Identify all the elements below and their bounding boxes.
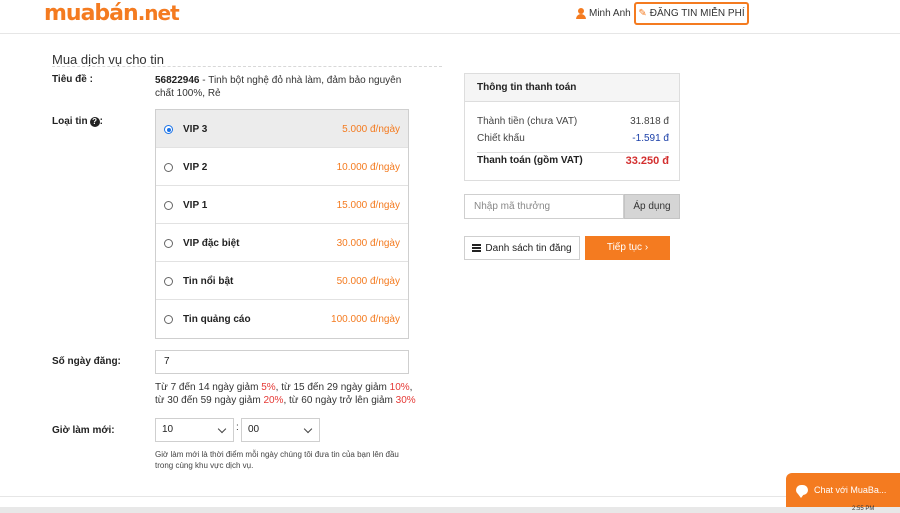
radio-button[interactable] [164,163,173,172]
total-row: Thanh toán (gồm VAT) 33.250 đ [477,155,669,167]
listing-type-label-text: Loại tin [52,116,88,127]
post-button-label: ĐĂNG TIN MIỄN PHÍ [649,8,745,19]
page-title: Mua dịch vụ cho tin [52,52,165,67]
discount-row: Chiết khấu -1.591 đ [477,133,669,144]
listing-type-option[interactable]: VIP 3 5.000 đ/ngày [156,110,408,148]
refresh-time-label: Giờ làm mới: [52,425,115,436]
payment-heading: Thông tin thanh toán [465,74,679,102]
discount-text: , từ 60 ngày trở lên giảm [283,395,396,406]
discount-percent: 10% [389,382,410,393]
refresh-note: Giờ làm mới là thời điểm mỗi ngày chúng … [155,450,399,470]
pencil-icon: ✎ [638,8,647,19]
discount-value: -1.591 đ [632,133,669,144]
muaban-logo[interactable]: muabán.net [44,1,180,26]
listing-type-option[interactable]: VIP 1 15.000 đ/ngày [156,186,408,224]
listing-type-option[interactable]: VIP đặc biệt 30.000 đ/ngày [156,224,408,262]
option-name: Tin nổi bật [183,276,234,287]
chat-label: Chat với MuaBa... [814,485,887,495]
continue-button[interactable]: Tiếp tục › [585,236,670,260]
radio-button[interactable] [164,277,173,286]
user-menu[interactable]: Minh Anh [576,8,631,19]
subtotal-row: Thành tiền (chưa VAT) 31.818 đ [477,116,669,127]
option-price: 50.000 đ/ngày [336,276,400,287]
post-free-ad-button[interactable]: ✎ ĐĂNG TIN MIỄN PHÍ [634,2,749,25]
days-label: Số ngày đăng: [52,356,121,367]
minute-value: 00 [248,424,260,435]
footer-divider [0,496,900,497]
option-name: VIP 2 [183,162,208,173]
radio-button[interactable] [164,315,173,324]
top-header: muabán.net Minh Anh ✎ ĐĂNG TIN MIỄN PHÍ [0,0,900,34]
title-label: Tiêu đề : [52,74,93,85]
list-button-label: Danh sách tin đăng [485,242,572,254]
days-input[interactable]: 7 [155,350,409,374]
discount-text: , từ 15 đến 29 ngày giảm [275,382,390,393]
title-divider [52,66,442,67]
minute-select[interactable]: 00 [241,418,320,442]
taskbar-clock: 2:55 PM [852,506,875,512]
listing-list-button[interactable]: Danh sách tin đăng [464,236,580,260]
time-separator: : [236,422,239,433]
logo-tld: .net [137,1,180,25]
list-icon [472,244,482,252]
chevron-down-icon [217,424,227,434]
help-icon[interactable]: ? [89,117,100,127]
listing-id: 56822946 [155,75,200,86]
apply-coupon-button[interactable]: Áp dụng [624,194,680,219]
listing-type-option[interactable]: VIP 2 10.000 đ/ngày [156,148,408,186]
radio-button[interactable] [164,125,173,134]
total-label: Thanh toán (gồm VAT) [477,155,583,166]
listing-title: 56822946 - Tinh bột nghệ đỏ nhà làm, đảm… [155,74,415,100]
payment-divider [477,152,669,153]
radio-button[interactable] [164,201,173,210]
discount-text: Từ 7 đến 14 ngày giảm [155,382,262,393]
chevron-down-icon [303,424,313,434]
coupon-input[interactable]: Nhập mã thưởng [464,194,624,219]
user-icon [576,8,586,19]
os-taskbar [0,507,900,513]
discount-label: Chiết khấu [477,133,525,144]
option-name: VIP 3 [183,124,208,135]
hour-select[interactable]: 10 [155,418,234,442]
discount-info: Từ 7 đến 14 ngày giảm 5%, từ 15 đến 29 n… [155,381,417,407]
option-price: 10.000 đ/ngày [336,162,400,173]
listing-type-options: VIP 3 5.000 đ/ngày VIP 2 10.000 đ/ngày VIP 1… [155,109,409,339]
radio-button[interactable] [164,239,173,248]
option-price: 5.000 đ/ngày [342,124,400,135]
listing-type-option[interactable]: Tin quảng cáo 100.000 đ/ngày [156,300,408,338]
chat-button[interactable]: Chat với MuaBa... [786,473,900,507]
total-value: 33.250 đ [625,155,669,167]
discount-percent: 5% [261,382,276,393]
logo-text: muabán [44,1,139,26]
option-price: 30.000 đ/ngày [336,238,400,249]
option-name: VIP đặc biệt [183,238,240,249]
hour-value: 10 [162,424,174,435]
subtotal-label: Thành tiền (chưa VAT) [477,116,578,127]
option-price: 100.000 đ/ngày [331,314,400,325]
option-name: Tin quảng cáo [183,314,251,325]
option-price: 15.000 đ/ngày [336,200,400,211]
subtotal-value: 31.818 đ [630,116,669,127]
listing-type-label: Loại tin?: [52,116,103,127]
discount-percent: 30% [395,395,416,406]
listing-type-option[interactable]: Tin nổi bật 50.000 đ/ngày [156,262,408,300]
chat-bubble-icon [796,485,808,498]
option-name: VIP 1 [183,200,208,211]
user-name: Minh Anh [589,8,631,19]
discount-percent: 20% [263,395,284,406]
payment-info-panel: Thông tin thanh toán Thành tiền (chưa VA… [464,73,680,181]
